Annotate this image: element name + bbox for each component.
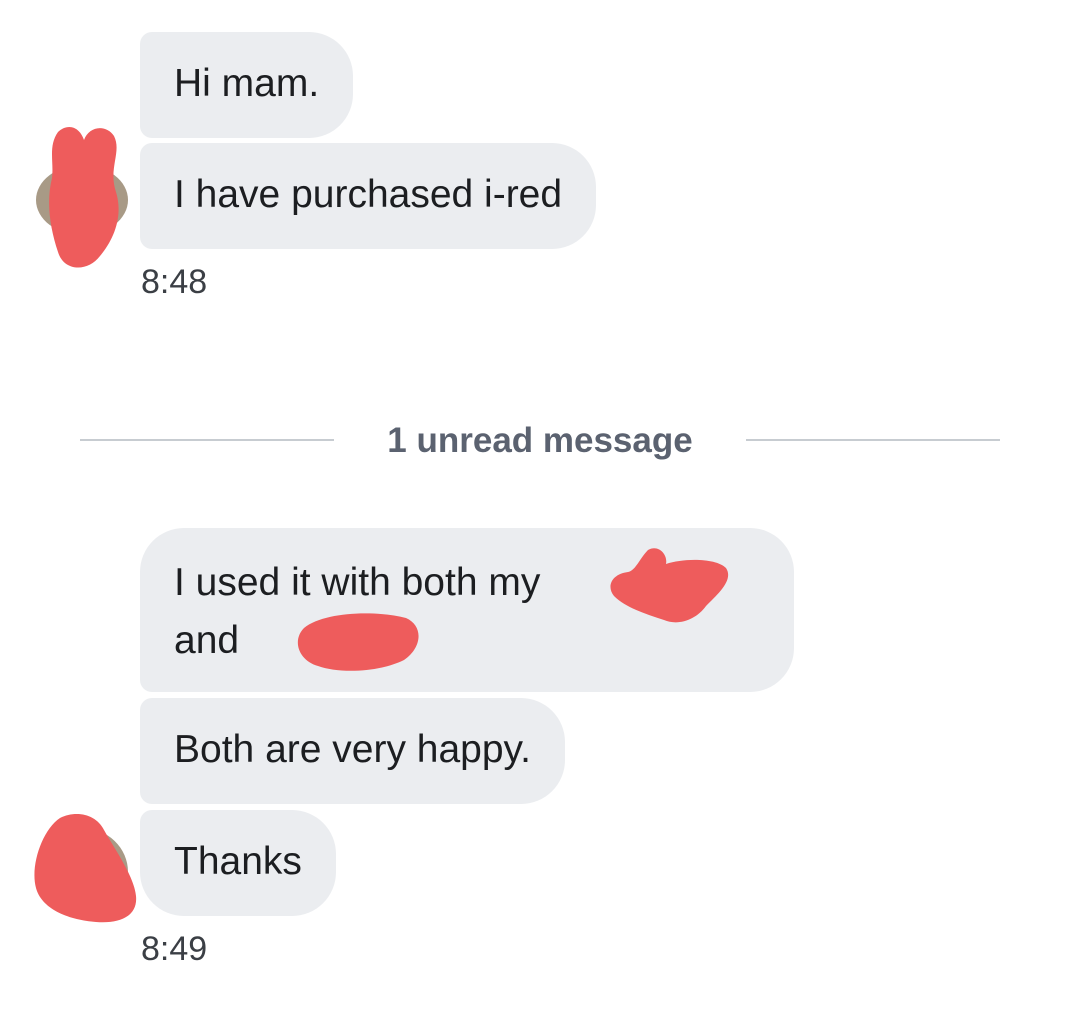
message-timestamp: 8:48 [141,263,208,301]
message-timestamp: 8:49 [141,930,208,968]
message-bubble[interactable]: I used it with both my and [140,528,794,692]
message-text: Both are very happy. [174,728,531,771]
redacted-text-icon [294,608,424,674]
redacted-avatar-icon [30,810,140,926]
message-line: I used it with both my [174,548,760,623]
message-text: and [174,619,240,662]
divider-line-left [80,439,334,441]
divider-line-right [746,439,1000,441]
message-text: I used it with both my [174,561,541,604]
message-bubble[interactable]: Hi mam. [140,32,354,138]
message-text: Thanks [174,840,302,883]
message-bubble[interactable]: I have purchased i-red [140,143,597,249]
message-bubble[interactable]: Both are very happy. [140,698,565,804]
message-bubble[interactable]: Thanks [140,810,336,916]
redacted-avatar-icon [44,122,124,274]
unread-divider-label: 1 unread message [387,421,693,460]
message-text: Hi mam. [174,62,320,105]
message-text: I have purchased i-red [174,173,563,216]
message-line: and [174,613,760,674]
